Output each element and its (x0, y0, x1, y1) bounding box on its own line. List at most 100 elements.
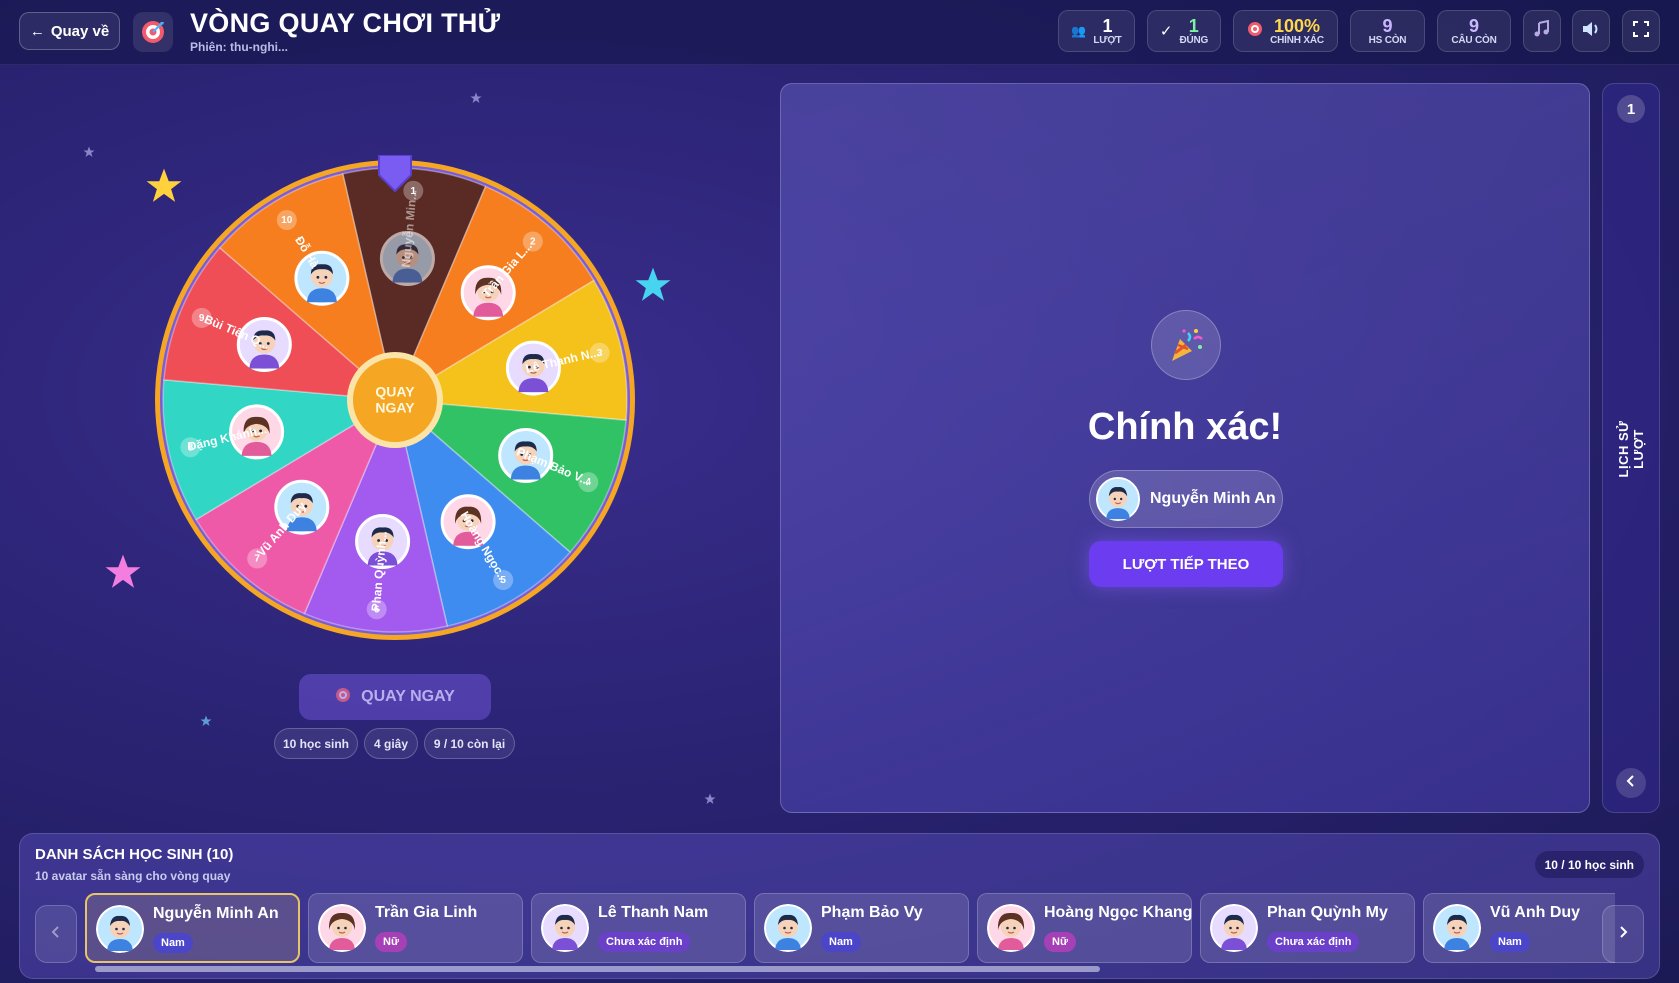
winner-name: Nguyễn Minh An (1150, 490, 1276, 507)
student-name: Vũ Anh Duy (1490, 904, 1581, 921)
wheel-segment-number: 7 (254, 554, 260, 565)
scroll-right-button[interactable] (1602, 905, 1644, 963)
wheel-graphic: Nguyễn Min...1Trần Gia L...2Lê Thanh N..… (155, 154, 635, 640)
wheel-segment-number: 1 (411, 186, 417, 197)
student-avatar-icon (987, 904, 1035, 952)
stat-questions-left-label: CÂU CÒN (1451, 34, 1497, 46)
student-list-panel: DANH SÁCH HỌC SINH (10) 10 avatar sẵn sà… (19, 833, 1660, 979)
student-card[interactable]: Phạm Bảo Vy Nam (754, 893, 969, 963)
party-popper-icon (1151, 310, 1221, 380)
student-card[interactable]: Nguyễn Minh An Nam (85, 893, 300, 963)
history-label: LỊCH SỬ LƯỢT (1616, 420, 1646, 478)
scroll-left-button[interactable] (35, 905, 77, 963)
wheel-hub-label: NGAY (375, 400, 415, 416)
top-bar: ← Quay về VÒNG QUAY CHƠI THỬ Phiên: thu-… (0, 0, 1679, 65)
student-gender-tag: Nam (821, 932, 861, 952)
boy-avatar-icon (1096, 477, 1140, 521)
spin-button-label: QUAY NGAY (361, 688, 455, 705)
student-gender-tag: Nữ (375, 932, 407, 952)
student-gender-tag: Nam (1490, 932, 1530, 952)
chip-remaining: 9 / 10 còn lại (424, 728, 515, 759)
back-label: Quay về (50, 22, 110, 40)
stat-students-left-label: HS CÒN (1368, 34, 1407, 46)
volume-icon (1581, 20, 1601, 43)
star-icon (704, 793, 716, 804)
stat-accuracy-value: 100% (1273, 15, 1321, 36)
student-card[interactable]: Phan Quỳnh My Chưa xác định (1200, 893, 1415, 963)
winner-pill: Nguyễn Minh An (1089, 470, 1283, 528)
target-icon (1247, 21, 1263, 42)
stat-accuracy-label: CHÍNH XÁC (1270, 34, 1324, 46)
student-card[interactable]: Vũ Anh Duy Nam (1423, 893, 1615, 963)
fullscreen-icon (1632, 20, 1650, 43)
student-card[interactable]: Hoàng Ngọc Khang Nữ (977, 893, 1192, 963)
check-icon: ✓ (1159, 23, 1173, 40)
student-name: Trần Gia Linh (375, 904, 478, 921)
star-icon (470, 92, 482, 103)
stat-turns: 👥 1 LƯỢT (1058, 10, 1135, 52)
history-sidebar: 1 LỊCH SỬ LƯỢT (1602, 83, 1660, 813)
student-gender-tag: Nữ (1044, 932, 1076, 952)
arrow-left-icon: ← (29, 22, 45, 40)
music-icon (1533, 19, 1551, 43)
target-logo-icon (133, 12, 173, 52)
stat-students-left-value: 9 (1382, 15, 1393, 36)
student-name: Lê Thanh Nam (598, 904, 709, 921)
wheel-segment-number: 4 (586, 477, 592, 488)
student-avatar-icon (1210, 904, 1258, 952)
chevron-left-icon (1625, 774, 1637, 793)
wheel-segment-number: 10 (281, 215, 293, 226)
student-card[interactable]: Lê Thanh Nam Chưa xác định (531, 893, 746, 963)
student-name: Phạm Bảo Vy (821, 904, 923, 921)
student-avatar-icon (1433, 904, 1481, 952)
student-cards: Nguyễn Minh An Nam Trần Gia Linh Nữ Lê Thanh… (85, 893, 1615, 965)
spin-wheel[interactable]: Nguyễn Min... 1 Trần Gia L... 2 Lê Thanh N..… (150, 154, 640, 645)
horizontal-scrollbar[interactable] (85, 966, 1615, 972)
wheel-segment-number: 9 (199, 313, 205, 324)
result-title: Chính xác! (1087, 406, 1283, 448)
scrollbar-thumb[interactable] (95, 966, 1100, 972)
student-avatar-icon (541, 904, 589, 952)
stat-questions-left: 9 CÂU CÒN (1437, 10, 1511, 52)
result-panel: Chính xác! Nguyễn Minh An LƯỢT TIẾP THEO (780, 83, 1590, 813)
student-card[interactable]: Trần Gia Linh Nữ (308, 893, 523, 963)
stat-students-left: 9 HS CÒN (1350, 10, 1425, 52)
stat-correct-label: ĐÚNG (1179, 34, 1209, 46)
next-turn-button[interactable]: LƯỢT TIẾP THEO (1089, 541, 1283, 587)
student-gender-tag: Chưa xác định (598, 932, 691, 952)
student-list-subtitle: 10 avatar sẵn sàng cho vòng quay (35, 869, 231, 883)
chip-student-count: 10 học sinh (274, 728, 358, 759)
history-count-badge: 1 (1617, 95, 1645, 123)
wheel-segment-number: 3 (597, 348, 603, 359)
stat-turns-label: LƯỢT (1093, 34, 1122, 46)
fullscreen-button[interactable] (1622, 10, 1660, 52)
spin-button[interactable]: QUAY NGAY (299, 674, 491, 720)
star-icon (83, 146, 95, 157)
star-icon (105, 554, 141, 588)
volume-button[interactable] (1572, 10, 1610, 52)
target-icon (335, 687, 351, 708)
history-toggle-button[interactable] (1616, 768, 1646, 798)
star-icon (200, 715, 212, 726)
student-gender-tag: Chưa xác định (1267, 932, 1360, 952)
session-label: Phiên: thu-nghi... (190, 40, 288, 54)
chevron-right-icon (1617, 924, 1629, 945)
stat-accuracy: 100% CHÍNH XÁC (1233, 10, 1338, 52)
wheel-segment-number: 6 (374, 604, 380, 615)
student-name: Phan Quỳnh My (1267, 904, 1388, 921)
wheel-hub-label: QUAY (375, 384, 415, 400)
student-avatar-icon (96, 905, 144, 953)
stat-turns-value: 1 (1102, 15, 1113, 36)
chip-duration: 4 giây (364, 728, 418, 759)
student-name: Hoàng Ngọc Khang (1044, 904, 1193, 921)
student-gender-tag: Nam (153, 933, 193, 953)
back-button[interactable]: ← Quay về (19, 12, 120, 50)
student-avatar-icon (318, 904, 366, 952)
music-button[interactable] (1523, 10, 1561, 52)
stat-correct-value: 1 (1188, 15, 1199, 36)
stat-questions-left-value: 9 (1468, 15, 1479, 36)
stat-correct: ✓ 1 ĐÚNG (1147, 10, 1221, 52)
chevron-left-icon (50, 924, 62, 945)
student-name: Nguyễn Minh An (153, 905, 279, 922)
page-title: VÒNG QUAY CHƠI THỬ (190, 8, 501, 38)
